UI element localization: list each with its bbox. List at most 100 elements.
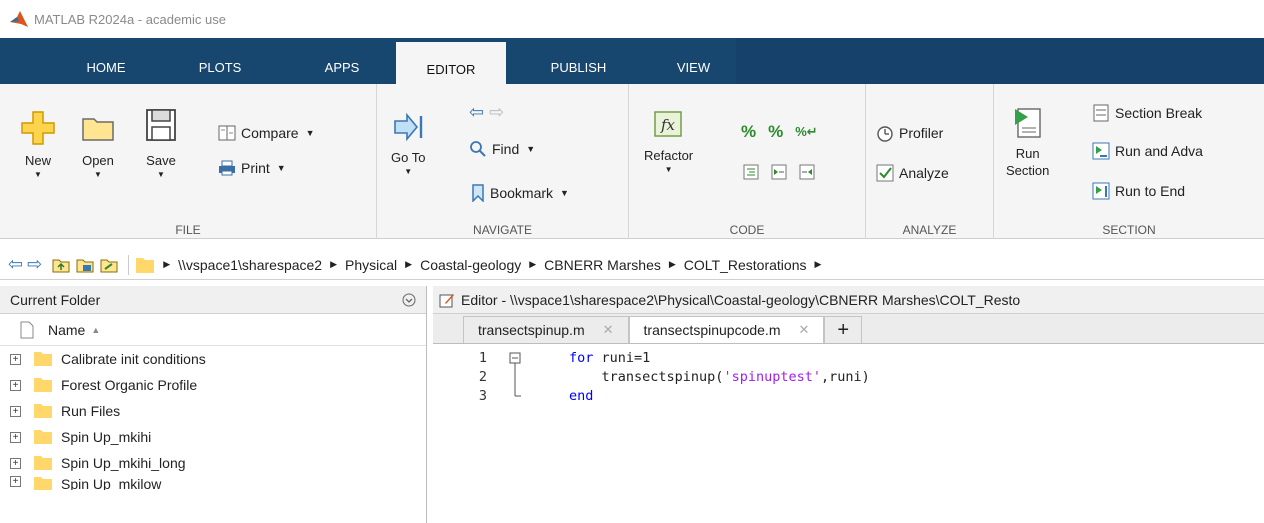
goto-icon [394, 112, 423, 142]
folder-name: Spin Up_mkihi_long [61, 455, 186, 471]
compare-button[interactable]: Compare ▼ [218, 124, 315, 142]
matlab-logo-icon [10, 11, 28, 27]
navigate-group-label: NAVIGATE [473, 223, 532, 237]
comment-buttons: % % %↵ [741, 122, 818, 142]
file-tab-transectspinup[interactable]: transectspinup.m ✕ [463, 316, 629, 343]
back-arrow-icon[interactable]: ⇦ [8, 254, 23, 275]
refactor-label: Refactor [644, 148, 694, 163]
code-fold-icon[interactable] [509, 352, 523, 402]
expand-icon[interactable]: + [10, 431, 21, 443]
address-crumb[interactable]: ▶ \\vspace1\sharespace2 [163, 257, 322, 273]
wrap-comments-icon[interactable]: %↵ [795, 124, 817, 140]
address-crumb[interactable]: ▶ COLT_Restorations [669, 257, 807, 273]
run-and-advance-icon [1092, 142, 1110, 160]
bookmark-icon [472, 184, 484, 202]
search-folder-icon[interactable] [100, 257, 118, 273]
chevron-down-icon: ▼ [276, 163, 286, 173]
run-section-icon [1014, 108, 1041, 138]
name-column-header[interactable]: Name ▲ [0, 314, 426, 346]
run-section-label-1: Run [1015, 146, 1040, 161]
run-to-end-label: Run to End [1115, 183, 1186, 199]
tab-editor[interactable]: EDITOR [396, 42, 506, 84]
expand-icon[interactable]: + [10, 353, 21, 365]
open-button[interactable]: Open ▼ [80, 110, 116, 179]
address-crumb-more[interactable]: ▶ [814, 259, 829, 270]
find-button[interactable]: Find ▼ [469, 140, 535, 158]
up-folder-icon[interactable] [52, 257, 70, 273]
expand-icon[interactable]: + [10, 405, 21, 417]
refactor-fx-icon: fx [653, 111, 682, 137]
folder-icon [34, 430, 52, 444]
print-button[interactable]: Print ▼ [218, 160, 286, 176]
expand-icon[interactable]: + [10, 379, 21, 391]
new-tab-plus-icon[interactable]: + [824, 316, 863, 343]
browse-folder-icon[interactable] [76, 257, 94, 273]
chevron-down-icon: ▼ [664, 165, 673, 174]
chevron-down-icon: ▼ [560, 188, 569, 198]
analyze-button[interactable]: Analyze [876, 164, 949, 182]
title-bar: MATLAB R2024a - academic use [0, 0, 1264, 38]
folder-row[interactable]: + Spin Up_mkihi_long [0, 450, 426, 476]
expand-icon[interactable]: + [10, 457, 21, 469]
file-tab-transectspinupcode[interactable]: transectspinupcode.m ✕ [628, 316, 825, 343]
keyword-token: for [569, 350, 594, 366]
compare-label: Compare [241, 125, 299, 141]
close-icon[interactable]: ✕ [603, 322, 614, 338]
refactor-button[interactable]: fx Refactor ▼ [644, 106, 693, 174]
folder-row[interactable]: + Spin Up_mkihi [0, 424, 426, 450]
editor-tabs: transectspinup.m ✕ transectspinupcode.m … [433, 314, 1264, 344]
editor-header: Editor - \\vspace1\sharespace2\Physical\… [433, 286, 1264, 314]
bookmark-label: Bookmark [490, 185, 554, 201]
goto-label: Go To [391, 150, 426, 165]
navigate-group: Go To ▼ ⇦ ⇨ Find ▼ Bookmark ▼ NAVIGATE [377, 84, 629, 239]
close-icon[interactable]: ✕ [798, 322, 809, 338]
print-label: Print [241, 160, 270, 176]
tab-view[interactable]: VIEW [651, 38, 736, 84]
goto-button[interactable]: Go To ▼ [391, 110, 425, 176]
code-token: ,runi) [820, 369, 870, 385]
section-break-icon [1093, 104, 1109, 122]
folder-row[interactable]: + Calibrate init conditions [0, 346, 426, 372]
comment-icon[interactable]: % [741, 122, 756, 142]
save-button[interactable]: Save ▼ [144, 106, 178, 179]
save-label: Save [146, 153, 176, 168]
forward-arrow-icon[interactable]: ⇨ [27, 254, 42, 275]
decrease-indent-icon[interactable] [799, 164, 815, 180]
forward-arrow-icon[interactable]: ⇨ [489, 102, 504, 123]
line-number: 3 [478, 388, 487, 404]
window-title: MATLAB R2024a - academic use [34, 11, 226, 27]
back-arrow-icon[interactable]: ⇦ [469, 102, 484, 123]
run-section-button[interactable]: Run Section [1006, 106, 1049, 178]
folder-row[interactable]: + Spin Up_mkilow [0, 476, 426, 490]
address-crumb[interactable]: ▶ Coastal-geology [405, 257, 521, 273]
tab-home[interactable]: HOME [60, 38, 152, 84]
folder-row[interactable]: + Run Files [0, 398, 426, 424]
tab-publish[interactable]: PUBLISH [506, 38, 651, 84]
run-section-label-2: Section [1006, 163, 1050, 178]
run-and-advance-button[interactable]: Run and Adva [1092, 142, 1203, 160]
run-to-end-button[interactable]: Run to End [1092, 182, 1185, 200]
code-line-1: for runi=1 [569, 350, 650, 366]
expand-icon[interactable]: + [10, 476, 21, 487]
string-token: 'spinuptest' [723, 369, 821, 385]
section-group: Run Section Section Break Run and Adva R… [994, 84, 1264, 239]
profiler-button[interactable]: Profiler [876, 124, 943, 142]
uncomment-icon[interactable]: % [768, 122, 783, 142]
line-number: 2 [478, 369, 487, 385]
smart-indent-icon[interactable] [743, 164, 759, 180]
folder-icon [34, 378, 52, 392]
increase-indent-icon[interactable] [771, 164, 787, 180]
folder-icon [34, 352, 52, 366]
address-crumb[interactable]: ▶ CBNERR Marshes [529, 257, 661, 273]
tab-apps[interactable]: APPS [288, 38, 396, 84]
name-column-label: Name [48, 321, 86, 338]
folder-row[interactable]: + Forest Organic Profile [0, 372, 426, 398]
section-break-button[interactable]: Section Break [1092, 104, 1202, 122]
code-group-label: CODE [729, 223, 765, 237]
bookmark-button[interactable]: Bookmark ▼ [471, 184, 569, 202]
address-crumb[interactable]: ▶ Physical [330, 257, 397, 273]
new-button[interactable]: New ▼ [20, 110, 56, 179]
tab-plots[interactable]: PLOTS [152, 38, 288, 84]
ribbon: New ▼ Open ▼ Save ▼ Compare ▼ Print ▼ FI… [0, 84, 1264, 239]
panel-menu-icon[interactable] [402, 293, 416, 307]
